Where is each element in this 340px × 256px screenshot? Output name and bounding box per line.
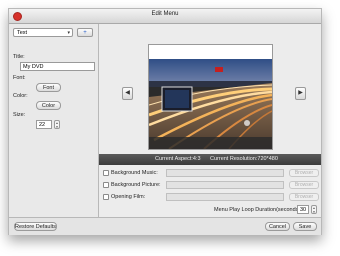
- dialog-footer: Restore Defaults Cancel Save: [9, 217, 321, 235]
- title-bar: Edit Menu: [9, 9, 321, 24]
- loop-duration-input[interactable]: 30: [297, 205, 309, 214]
- size-label: Size:: [13, 112, 26, 118]
- background-picture-row: Background Picture: Browser: [99, 181, 321, 190]
- cancel-button[interactable]: Cancel: [265, 222, 290, 231]
- background-picture-label: Background Picture:: [111, 182, 161, 188]
- font-label: Font:: [13, 75, 26, 81]
- background-music-label: Background Music:: [111, 170, 158, 176]
- background-picture-path-field: [166, 181, 284, 189]
- restore-defaults-button[interactable]: Restore Defaults: [14, 222, 57, 231]
- type-select[interactable]: Text ▾: [13, 28, 73, 37]
- highway-night-photo: [149, 45, 272, 149]
- size-input[interactable]: 22: [36, 120, 52, 129]
- background-music-browser-button[interactable]: Browser: [289, 169, 319, 177]
- font-button[interactable]: Font: [36, 83, 61, 92]
- title-label: Title:: [13, 54, 25, 60]
- opening-film-checkbox[interactable]: [103, 194, 109, 200]
- color-label: Color:: [13, 93, 28, 99]
- edit-menu-window: Edit Menu Text ▾ + Title: My DVD Font: F…: [8, 8, 322, 235]
- background-picture-browser-button[interactable]: Browser: [289, 181, 319, 189]
- next-arrow-button[interactable]: ▶: [295, 87, 306, 100]
- loop-duration-label: Menu Play Loop Duration(seconds):: [214, 207, 302, 213]
- preview-area: ◀ ▶: [99, 24, 321, 154]
- opening-film-label: Opening Film:: [111, 194, 146, 200]
- chevron-down-icon: ▾: [67, 30, 70, 36]
- color-button[interactable]: Color: [36, 101, 61, 110]
- type-select-value: Text: [17, 30, 28, 36]
- title-input[interactable]: My DVD: [20, 62, 95, 71]
- previous-arrow-button[interactable]: ◀: [122, 87, 133, 100]
- left-panel: Text ▾ + Title: My DVD Font: Font Color:…: [9, 24, 99, 217]
- menu-preview-image: [148, 44, 273, 150]
- window-title: Edit Menu: [151, 11, 179, 17]
- background-music-row: Background Music: Browser: [99, 169, 321, 178]
- size-stepper[interactable]: ▲ ▼: [54, 120, 60, 129]
- resolution-status-bar: Current Aspect:4:3 Current Resolution:72…: [99, 154, 321, 165]
- opening-film-row: Opening Film: Browser: [99, 193, 321, 202]
- background-music-checkbox[interactable]: [103, 170, 109, 176]
- background-picture-checkbox[interactable]: [103, 182, 109, 188]
- current-aspect-text: Current Aspect:4:3: [155, 156, 201, 162]
- right-panel: ◀ ▶ Current Aspect:4:3 Current Resolutio…: [99, 24, 321, 217]
- opening-film-browser-button[interactable]: Browser: [289, 193, 319, 201]
- current-resolution-text: Current Resolution:720*480: [210, 156, 278, 162]
- background-music-path-field: [166, 169, 284, 177]
- save-button[interactable]: Save: [293, 222, 317, 231]
- add-button[interactable]: +: [77, 28, 93, 37]
- opening-film-path-field: [166, 193, 284, 201]
- loop-duration-stepper[interactable]: ▲ ▼: [311, 205, 317, 214]
